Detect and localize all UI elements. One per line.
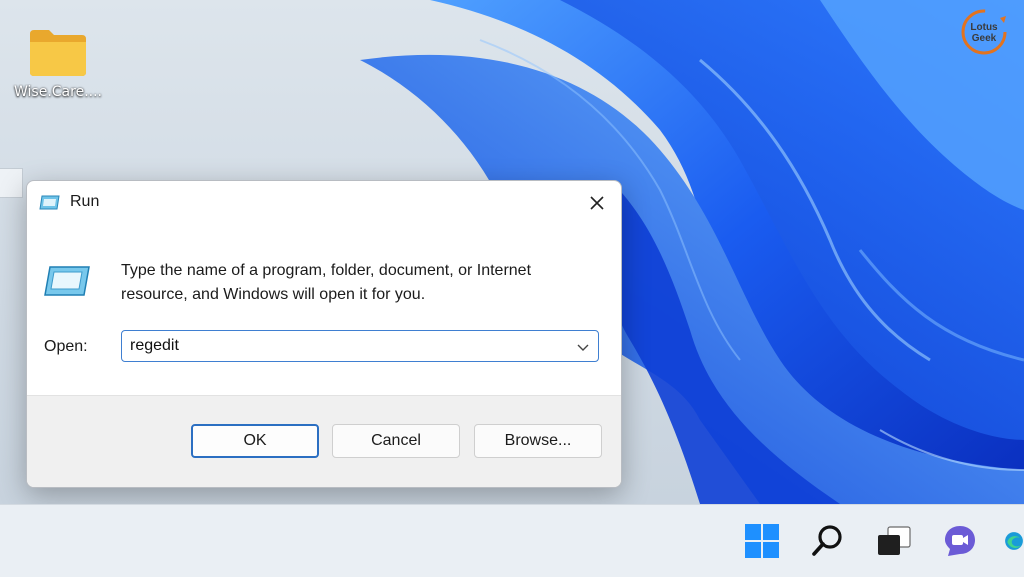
close-icon bbox=[590, 196, 604, 210]
desktop-partial-icon[interactable] bbox=[0, 168, 23, 198]
taskbar-search-button[interactable] bbox=[808, 521, 848, 561]
run-large-icon bbox=[44, 266, 90, 296]
task-view-icon bbox=[878, 526, 911, 555]
open-combobox[interactable] bbox=[121, 330, 599, 362]
desktop-icon-label: Wise.Care.... bbox=[14, 84, 102, 100]
dialog-body: Type the name of a program, folder, docu… bbox=[27, 227, 621, 395]
taskbar-task-view-button[interactable] bbox=[874, 521, 914, 561]
dialog-description: Type the name of a program, folder, docu… bbox=[121, 262, 532, 303]
dialog-title: Run bbox=[70, 193, 100, 210]
chat-icon bbox=[945, 526, 975, 556]
dialog-titlebar[interactable]: Run bbox=[27, 181, 621, 227]
browse-button[interactable]: Browse... bbox=[474, 424, 602, 458]
dialog-footer: OK Cancel Browse... bbox=[27, 395, 621, 487]
run-dialog: Run Type the name of a program, folder, … bbox=[26, 180, 622, 488]
ok-button[interactable]: OK bbox=[191, 424, 319, 458]
watermark-line1: Lotus bbox=[970, 22, 998, 33]
taskbar-chat-button[interactable] bbox=[940, 521, 980, 561]
desktop-folder-item[interactable]: Wise.Care.... bbox=[6, 26, 110, 100]
close-button[interactable] bbox=[579, 187, 615, 219]
watermark-logo-icon: Lotus Geek bbox=[961, 9, 1007, 55]
lotus-geek-watermark: Lotus Geek bbox=[958, 6, 1010, 58]
taskbar-edge-button[interactable] bbox=[1004, 521, 1024, 561]
edge-icon bbox=[1005, 532, 1023, 550]
chevron-down-icon[interactable] bbox=[576, 340, 590, 354]
cancel-button[interactable]: Cancel bbox=[332, 424, 460, 458]
open-input[interactable] bbox=[130, 334, 560, 358]
run-app-icon bbox=[39, 195, 60, 210]
taskbar-start-button[interactable] bbox=[742, 521, 782, 561]
watermark-line2: Geek bbox=[972, 33, 997, 44]
search-icon bbox=[812, 525, 842, 556]
start-icon bbox=[745, 524, 779, 558]
folder-icon bbox=[30, 30, 86, 76]
taskbar bbox=[0, 504, 1024, 577]
open-label: Open: bbox=[44, 338, 88, 355]
